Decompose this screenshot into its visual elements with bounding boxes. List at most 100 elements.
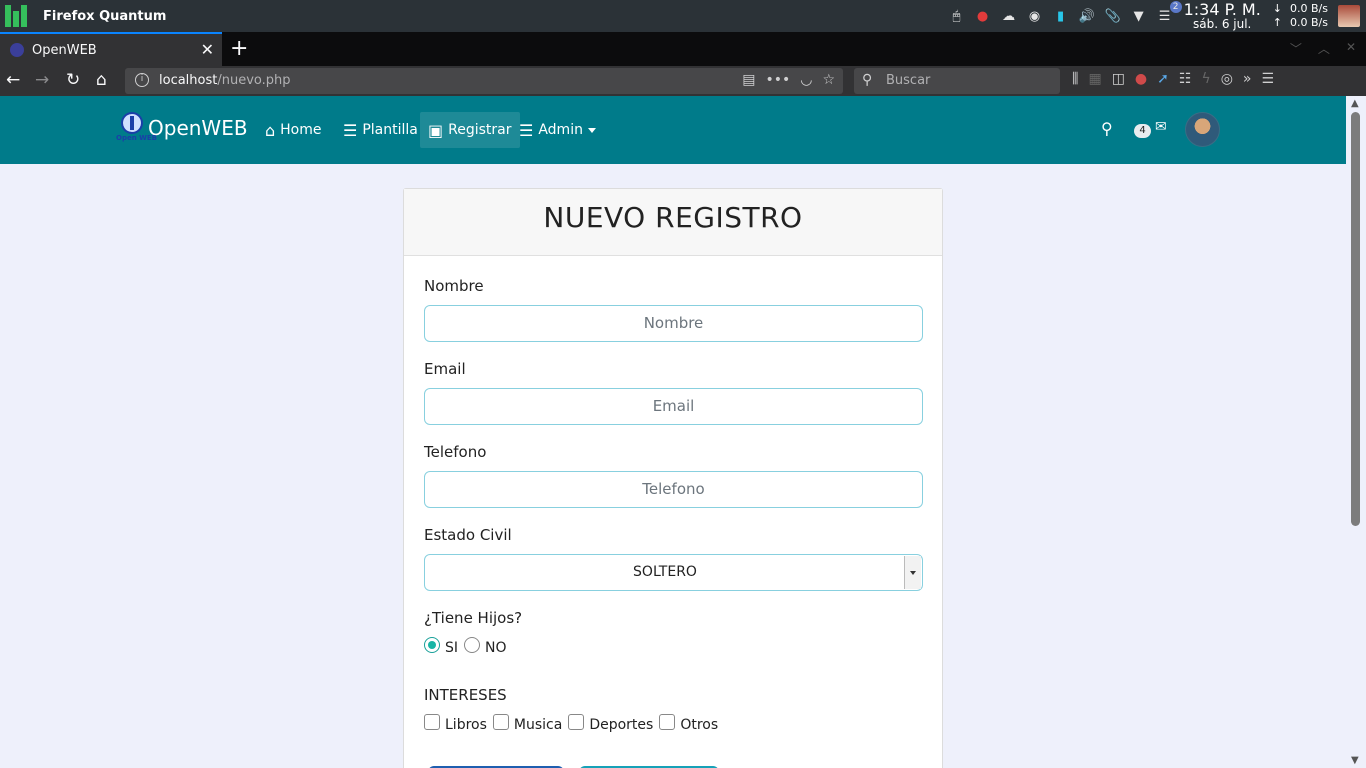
page-scrollbar[interactable]: ▲ ▼ [1346, 96, 1366, 768]
tab-title: OpenWEB [32, 42, 97, 58]
url-actions: ▤ ••• ◡ ☆ [742, 72, 835, 88]
server-icon: ☰ [343, 120, 358, 140]
checkbox-musica[interactable] [492, 714, 509, 730]
checkbox-otros[interactable] [659, 714, 676, 730]
clock[interactable]: 1:34 P. M. sáb. 6 jul. [1184, 2, 1261, 31]
message-count-badge: 4 [1134, 124, 1151, 138]
notifications-icon[interactable]: ☰ 2 [1156, 1, 1182, 25]
notification-count: 2 [1169, 1, 1182, 13]
page-actions-icon[interactable]: ••• [765, 72, 790, 88]
civil-status-select[interactable]: SOLTERO [424, 554, 923, 591]
toolbar-extensions: ⫼ ▦ ◫ ● ➚ ☷ ϟ ◎ » ☰ [1072, 71, 1274, 87]
info-icon[interactable]: i [135, 73, 149, 87]
active-app-name: Firefox Quantum [43, 8, 167, 24]
logo-tag: Open WEB [116, 134, 157, 142]
flash-icon[interactable]: ϟ [1201, 71, 1210, 87]
new-tab-button[interactable]: + [230, 36, 248, 61]
ghost-icon[interactable]: ● [974, 7, 992, 25]
volume-icon[interactable]: 🔊 [1078, 7, 1096, 25]
register-card: NUEVO REGISTRO Nombre Nombre Email Email… [403, 188, 943, 768]
minimize-icon[interactable]: ﹀ [1290, 40, 1302, 57]
browser-search-box[interactable]: ⚲ Buscar [854, 68, 1060, 94]
search-icon[interactable]: ⚲ [1101, 119, 1113, 138]
tab-openweb[interactable]: OpenWEB ✕ [0, 32, 222, 66]
civil-status-value: SOLTERO [633, 564, 697, 580]
reload-button[interactable]: ↻ [66, 70, 80, 90]
overflow-icon[interactable]: » [1243, 71, 1252, 87]
checkbox-libros[interactable] [424, 714, 440, 730]
forward-button[interactable]: → [35, 70, 49, 90]
name-label: Nombre [424, 277, 484, 295]
children-label: ¿Tiene Hijos? [424, 609, 523, 627]
save-icon: ▣ [428, 120, 444, 140]
caret-down-icon [587, 127, 596, 133]
checkbox-deportes[interactable] [568, 714, 585, 730]
radio-si-label: SI [445, 640, 459, 656]
scroll-down-icon[interactable]: ▼ [1351, 755, 1359, 766]
scrollbar-thumb[interactable] [1351, 112, 1360, 526]
brand-name: OpenWEB [148, 116, 248, 140]
nav-registrar-label: Registrar [448, 122, 512, 138]
battery-icon[interactable]: ▮ [1052, 7, 1070, 25]
account-icon[interactable]: ◎ [1221, 71, 1233, 87]
network-monitor: ↓ ↑ 0.0 B/s 0.0 B/s [1272, 2, 1328, 29]
sliders-icon: ☰ [519, 120, 534, 140]
reader-view-icon[interactable]: ▤ [742, 72, 755, 88]
nav-home-label: Home [280, 122, 322, 138]
page-title: NUEVO REGISTRO [543, 201, 803, 234]
url-path: /nuevo.php [217, 73, 291, 88]
radio-no[interactable] [464, 637, 481, 653]
home-button[interactable]: ⌂ [96, 70, 107, 90]
civil-status-label: Estado Civil [424, 526, 512, 544]
send-icon[interactable]: ➚ [1157, 71, 1169, 87]
nav-plantilla-label: Plantilla [362, 122, 418, 138]
clock-date: sáb. 6 jul. [1192, 17, 1252, 31]
manjaro-logo-icon[interactable] [5, 5, 27, 27]
user-avatar-icon[interactable] [1338, 5, 1360, 27]
scroll-up-icon[interactable]: ▲ [1351, 98, 1359, 109]
back-button[interactable]: ← [6, 70, 20, 90]
checkbox-musica-label: Musica [513, 717, 563, 733]
search-icon: ⚲ [862, 72, 873, 88]
phone-label: Telefono [424, 443, 487, 461]
close-icon[interactable]: ✕ [201, 40, 214, 59]
user-avatar[interactable] [1185, 112, 1220, 147]
menu-icon[interactable]: ☰ [1261, 71, 1274, 87]
browser-toolbar: ← → ↻ ⌂ i localhost/nuevo.php ▤ ••• ◡ ☆ … [0, 66, 1366, 96]
email-input[interactable]: Email [424, 388, 923, 425]
paperclip-icon[interactable]: 📎 [1104, 7, 1122, 25]
url-text[interactable]: localhost/nuevo.php [159, 73, 291, 88]
mouse-icon[interactable]: 🖱 [948, 7, 966, 25]
envelope-icon[interactable]: ✉ [1155, 119, 1167, 135]
radio-si[interactable] [424, 637, 440, 653]
name-input[interactable]: Nombre [424, 305, 923, 342]
children-radio-group: SI NO [424, 637, 513, 656]
extension-red-icon[interactable]: ● [1135, 71, 1147, 87]
nav-registrar[interactable]: ▣ Registrar [420, 112, 520, 148]
nav-home[interactable]: ⌂ Home [257, 112, 330, 148]
site-navbar: Open WEB OpenWEB ⌂ Home ☰ Plantilla ▣ Re… [0, 96, 1346, 164]
url-host: localhost [159, 73, 218, 88]
window-close-icon[interactable]: ✕ [1346, 40, 1356, 57]
checkbox-otros-label: Otros [680, 717, 719, 733]
columns-icon[interactable]: ☷ [1179, 71, 1192, 87]
nav-admin-label: Admin [538, 122, 583, 138]
maximize-icon[interactable]: ︿ [1318, 40, 1330, 57]
sidebar-icon[interactable]: ◫ [1112, 71, 1125, 87]
brand[interactable]: Open WEB OpenWEB [116, 112, 248, 144]
pocket-icon[interactable]: ◡ [800, 72, 812, 88]
phone-input[interactable]: Telefono [424, 471, 923, 508]
extension-icon[interactable]: ▦ [1088, 71, 1101, 87]
chevron-down-icon[interactable]: ▼ [1130, 7, 1148, 25]
search-placeholder: Buscar [886, 73, 931, 88]
bookmark-star-icon[interactable]: ☆ [822, 72, 835, 88]
nav-admin-dropdown[interactable]: ☰ Admin [511, 112, 604, 148]
nav-plantilla[interactable]: ☰ Plantilla [335, 112, 426, 148]
wifi-icon[interactable]: ◉ [1026, 7, 1044, 25]
dropdown-arrow-icon[interactable] [904, 556, 921, 589]
url-bar[interactable]: i localhost/nuevo.php ▤ ••• ◡ ☆ [125, 68, 843, 94]
cloud-icon[interactable]: ☁ [1000, 7, 1018, 25]
email-label: Email [424, 360, 466, 378]
tab-bar: OpenWEB ✕ + ﹀ ︿ ✕ [0, 32, 1366, 66]
library-icon[interactable]: ⫼ [1072, 71, 1078, 87]
